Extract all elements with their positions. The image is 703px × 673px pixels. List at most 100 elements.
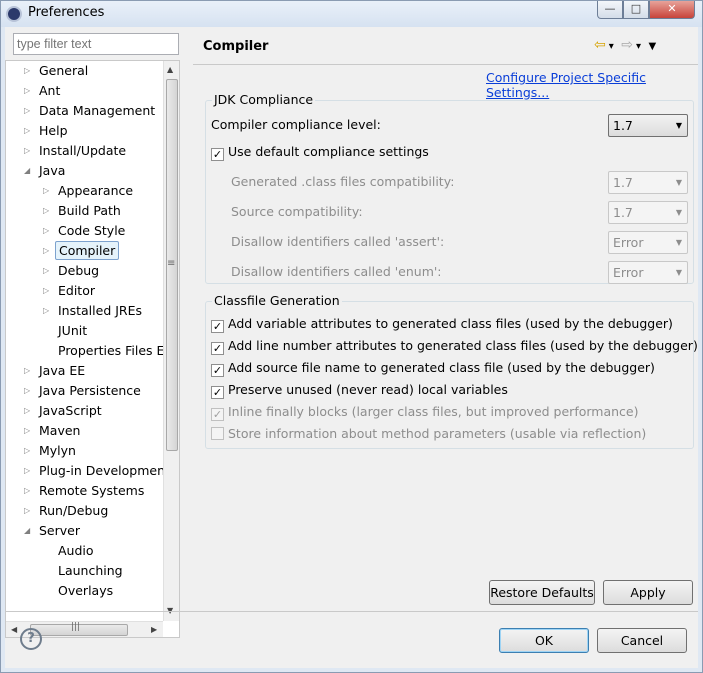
tree-item-label: Run/Debug: [39, 503, 109, 518]
preferences-window: Preferences — □ ✕ Overlays Launching Audio…: [0, 0, 703, 673]
dropdown-icon: ▼: [675, 238, 682, 247]
restore-defaults-button[interactable]: Restore Defaults: [489, 580, 595, 605]
classfile-option-row: ✓ Inline finally blocks (larger class fil…: [211, 402, 639, 422]
dropdown-icon: ▼: [675, 268, 682, 277]
compliance-level-label: Compiler compliance level:: [211, 117, 381, 132]
jdk-setting-value: Error: [613, 265, 644, 280]
expand-arrow-icon[interactable]: ▷: [43, 301, 53, 321]
classfile-generation-group: Classfile Generation ✓ Add variable attri…: [205, 293, 698, 449]
expand-arrow-icon[interactable]: ▷: [24, 361, 34, 381]
hgrip-icon: |||: [71, 622, 81, 632]
jdk-setting-combo[interactable]: Error ▼: [608, 231, 688, 254]
tree-item-label: Appearance: [58, 183, 134, 198]
tree-item-label: JUnit: [58, 323, 88, 338]
expand-arrow-icon[interactable]: ▷: [24, 441, 34, 461]
tree-item-label: Plug-in Development: [39, 463, 170, 478]
expand-arrow-icon[interactable]: ▷: [24, 61, 34, 81]
jdk-setting-value: Error: [613, 235, 644, 250]
use-default-checkbox[interactable]: ✓: [211, 148, 224, 161]
tree-item-label: Maven: [39, 423, 81, 438]
classfile-option-checkbox[interactable]: ✓: [211, 342, 224, 355]
tree-vertical-scrollbar[interactable]: ▲ ≡ ▼: [163, 61, 179, 621]
cancel-button[interactable]: Cancel: [597, 628, 687, 653]
tree-item-label: Compiler: [55, 241, 120, 260]
classfile-option-row[interactable]: ✓ Add line number attributes to generated…: [211, 336, 698, 356]
tree-item-label: Ant: [39, 83, 61, 98]
expand-arrow-icon[interactable]: ▷: [24, 121, 34, 141]
horizontal-scroll-thumb[interactable]: |||: [30, 622, 128, 636]
use-default-compliance-row[interactable]: ✓ Use default compliance settings: [211, 142, 429, 162]
filter-input[interactable]: [13, 33, 179, 55]
expand-arrow-icon[interactable]: ▷: [24, 101, 34, 121]
help-icon[interactable]: ?: [20, 628, 42, 650]
jdk-setting-combo[interactable]: Error ▼: [608, 261, 688, 284]
grip-icon: ≡: [167, 258, 176, 269]
classfile-option-checkbox: [211, 427, 224, 440]
classfile-option-row: Store information about method parameter…: [211, 424, 646, 444]
tree-item-label: Audio: [58, 543, 94, 558]
page-navigation: ⇦ ▾ ⇨ ▾ ▼: [594, 37, 659, 53]
scroll-left-icon[interactable]: ◀: [11, 625, 17, 634]
tree-item-label: Build Path: [58, 203, 121, 218]
close-button[interactable]: ✕: [649, 1, 695, 19]
title-bar[interactable]: Preferences — □ ✕: [1, 1, 702, 27]
tree-item-label: Java EE: [39, 363, 86, 378]
forward-arrow-icon[interactable]: ⇨: [621, 37, 633, 53]
tree-item-label: Overlays: [58, 583, 114, 598]
scroll-right-icon[interactable]: ▶: [151, 625, 157, 634]
collapse-arrow-icon[interactable]: ◢: [24, 521, 34, 541]
back-menu-icon[interactable]: ▾: [609, 41, 614, 52]
forward-menu-icon[interactable]: ▾: [636, 41, 641, 52]
classfile-option-checkbox[interactable]: ✓: [211, 364, 224, 377]
expand-arrow-icon[interactable]: ▷: [24, 461, 34, 481]
dropdown-icon: ▼: [675, 178, 682, 187]
expand-arrow-icon[interactable]: ▷: [43, 201, 53, 221]
classfile-option-checkbox[interactable]: ✓: [211, 386, 224, 399]
header-separator: [193, 64, 698, 65]
tree-item-label: General: [39, 63, 89, 78]
expand-arrow-icon[interactable]: ▷: [24, 381, 34, 401]
classfile-option-checkbox[interactable]: ✓: [211, 320, 224, 333]
jdk-setting-combo[interactable]: 1.7 ▼: [608, 201, 688, 224]
use-default-label: Use default compliance settings: [228, 144, 429, 159]
expand-arrow-icon[interactable]: ▷: [24, 421, 34, 441]
classfile-option-label: Store information about method parameter…: [228, 426, 647, 441]
classfile-option-row[interactable]: ✓ Add variable attributes to generated cl…: [211, 314, 673, 334]
maximize-button[interactable]: □: [623, 1, 649, 19]
ok-button[interactable]: OK: [499, 628, 589, 653]
jdk-setting-label: Generated .class files compatibility:: [231, 174, 455, 189]
tree-item-label: Properties Files Ed: [58, 343, 173, 358]
back-arrow-icon[interactable]: ⇦: [594, 37, 606, 53]
tree-item-label: Debug: [58, 263, 100, 278]
scroll-up-icon[interactable]: ▲: [167, 65, 173, 74]
tree-item-label: Data Management: [39, 103, 156, 118]
jdk-setting-combo[interactable]: 1.7 ▼: [608, 171, 688, 194]
configure-project-settings-link[interactable]: Configure Project Specific Settings...: [486, 70, 698, 100]
preference-page: Compiler ⇦ ▾ ⇨ ▾ ▼ Configure Project Speci…: [193, 27, 698, 638]
expand-arrow-icon[interactable]: ▷: [24, 401, 34, 421]
view-menu-icon[interactable]: ▼: [648, 41, 656, 52]
expand-arrow-icon[interactable]: ▷: [24, 501, 34, 521]
dropdown-icon: ▼: [675, 208, 682, 217]
expand-arrow-icon[interactable]: ▷: [43, 281, 53, 301]
expand-arrow-icon[interactable]: ▷: [43, 221, 53, 241]
classfile-generation-title: Classfile Generation: [212, 293, 342, 308]
collapse-arrow-icon[interactable]: ◢: [24, 161, 34, 181]
expand-arrow-icon[interactable]: ▷: [43, 181, 53, 201]
expand-arrow-icon[interactable]: ▷: [24, 481, 34, 501]
minimize-button[interactable]: —: [597, 1, 623, 19]
classfile-option-row[interactable]: ✓ Preserve unused (never read) local vari…: [211, 380, 508, 400]
apply-button[interactable]: Apply: [603, 580, 693, 605]
classfile-option-label: Add variable attributes to generated cla…: [228, 316, 673, 331]
expand-arrow-icon[interactable]: ▷: [43, 261, 53, 281]
expand-arrow-icon[interactable]: ▷: [24, 141, 34, 161]
tree-item-label: Mylyn: [39, 443, 76, 458]
vertical-scroll-thumb[interactable]: ≡: [166, 79, 178, 451]
classfile-option-checkbox: ✓: [211, 408, 224, 421]
tree-item-label: Installed JREs: [58, 303, 143, 318]
expand-arrow-icon[interactable]: ▷: [43, 241, 53, 261]
compliance-level-combo[interactable]: 1.7 ▼: [608, 114, 688, 137]
expand-arrow-icon[interactable]: ▷: [24, 81, 34, 101]
classfile-option-row[interactable]: ✓ Add source file name to generated class…: [211, 358, 655, 378]
classfile-option-label: Add source file name to generated class …: [228, 360, 655, 375]
